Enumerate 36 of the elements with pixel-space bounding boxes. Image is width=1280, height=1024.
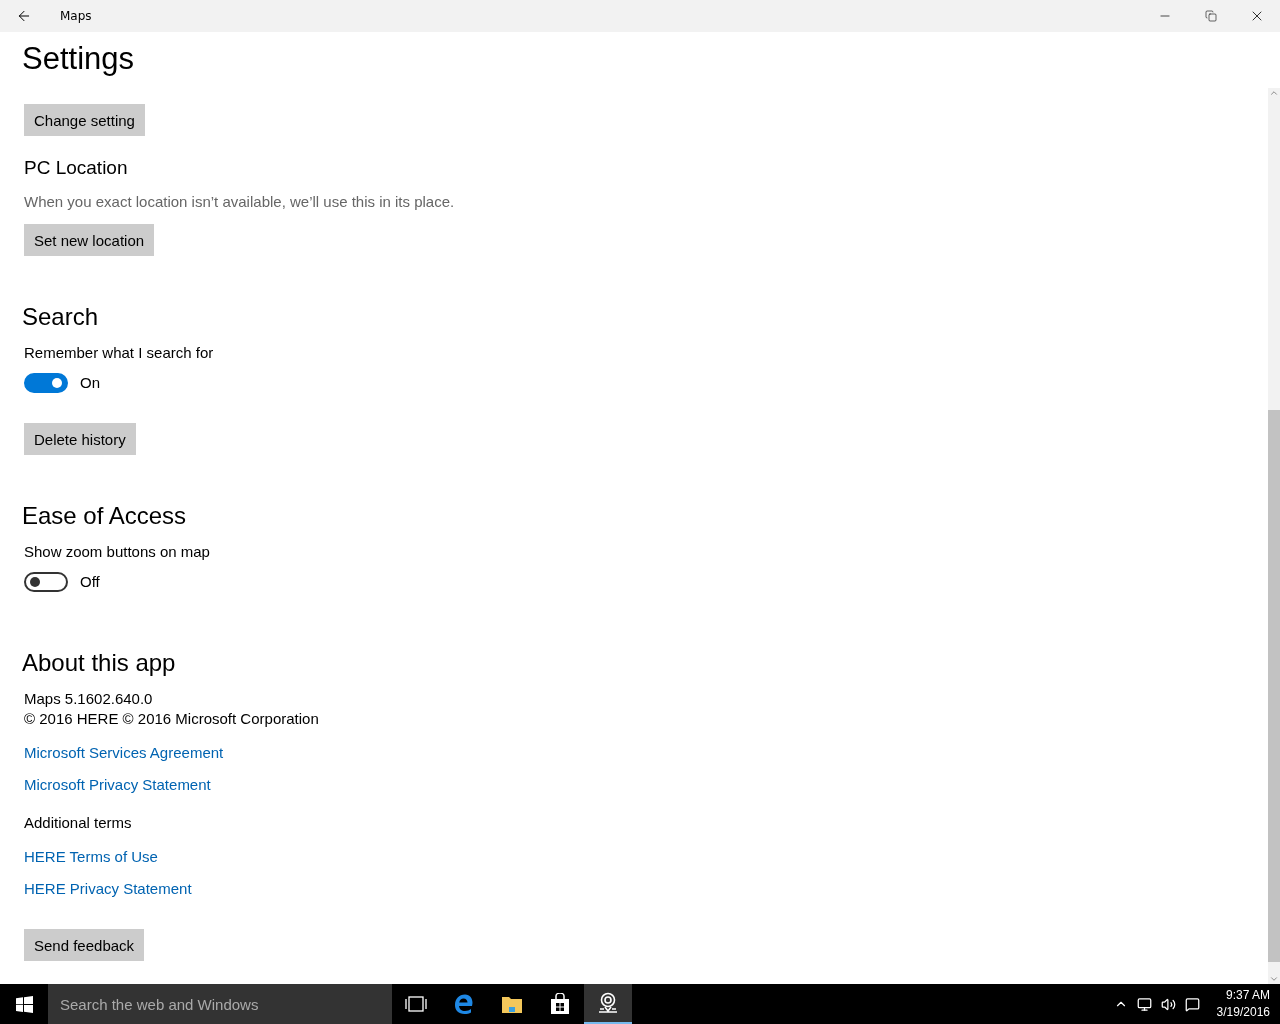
action-button[interactable]: Change setting	[24, 104, 145, 136]
window-title: Maps	[60, 9, 93, 23]
back-arrow-icon	[16, 8, 32, 24]
label-text: © 2016 HERE © 2016 Microsoft Corporation	[24, 709, 319, 729]
label-text: Show zoom buttons on map	[24, 542, 210, 562]
toggle-state-text: Off	[80, 572, 100, 592]
link[interactable]: Microsoft Privacy Statement	[24, 776, 211, 793]
toggle-switch[interactable]	[24, 572, 68, 592]
page-title: Settings	[21, 40, 135, 78]
clock-time[interactable]: 9:37 AM	[1225, 987, 1270, 1004]
label-text: Remember what I search for	[24, 343, 214, 363]
subsection-heading: PC Location	[24, 156, 128, 180]
toggle-switch[interactable]	[24, 373, 68, 393]
description-text: When you exact location isn’t available, we’ll use this in its place.	[24, 192, 455, 212]
windows-logo-icon	[15, 995, 33, 1013]
label-text: Additional terms	[24, 813, 132, 833]
section-heading: Search	[22, 302, 99, 332]
link[interactable]: HERE Terms of Use	[24, 848, 158, 865]
link[interactable]: Microsoft Services Agreement	[24, 744, 224, 761]
section-heading: Ease of Access	[22, 501, 187, 531]
shopping-bag-icon	[550, 993, 570, 1015]
label-text: Maps 5.1602.640.0	[24, 689, 153, 709]
clock-date[interactable]: 3/19/2016	[1216, 1004, 1270, 1021]
search-field[interactable]: Search the web and Windows	[48, 984, 392, 1024]
toggle-state-text: On	[80, 373, 100, 393]
maps-taskbar-button[interactable]	[584, 984, 632, 1024]
restore-icon	[1205, 10, 1217, 22]
action-button[interactable]: Delete history	[24, 423, 136, 455]
browser-e-icon	[453, 993, 475, 1015]
action-button[interactable]: Send feedback	[24, 929, 145, 961]
folder-icon	[501, 994, 523, 1014]
task-view-icon	[405, 996, 427, 1012]
action-button[interactable]: Set new location	[24, 224, 155, 256]
link[interactable]: HERE Privacy Statement	[24, 880, 192, 897]
section-heading: About this app	[22, 648, 176, 678]
map-pin-icon	[597, 992, 619, 1014]
